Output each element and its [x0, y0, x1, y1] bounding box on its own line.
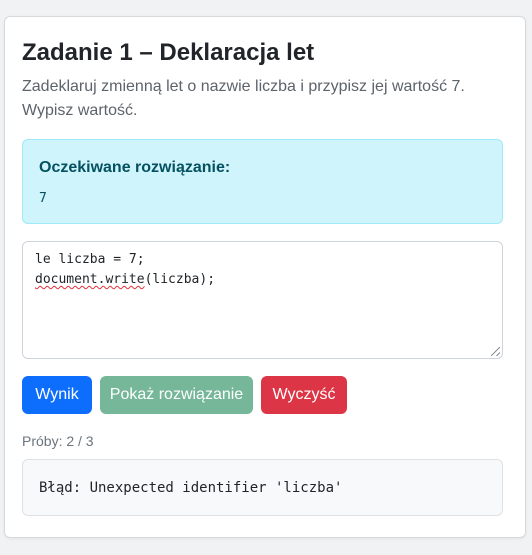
expected-solution-box: Oczekiwane rozwiązanie: 7 [22, 139, 503, 224]
task-description: Zadeklaruj zmienną let o nazwie liczba i… [22, 78, 465, 119]
output-box: Błąd: Unexpected identifier 'liczba' [22, 459, 503, 516]
expected-solution-label: Oczekiwane rozwiązanie: [39, 159, 231, 176]
run-button[interactable]: Wynik [22, 376, 92, 414]
output-text: Błąd: Unexpected identifier 'liczba' [39, 479, 343, 496]
resize-handle-icon[interactable] [491, 347, 500, 356]
code-line-2: document.write(liczba); [35, 270, 490, 290]
task-title: Zadanie 1 – Deklaracja let [22, 39, 315, 66]
spellcheck-underline: document.write [35, 272, 145, 287]
attempts-counter: Próby: 2 / 3 [22, 433, 94, 449]
code-line-2-rest: (liczba); [144, 272, 216, 287]
task-card: Zadanie 1 – Deklaracja let Zadeklaruj zm… [4, 16, 526, 538]
show-solution-button[interactable]: Pokaż rozwiązanie [100, 376, 253, 414]
code-line-1: le liczba = 7; [35, 252, 145, 267]
code-editor[interactable]: le liczba = 7; document.write(liczba); [22, 241, 503, 359]
expected-solution-value: 7 [39, 191, 47, 206]
clear-button[interactable]: Wyczyść [261, 376, 347, 414]
